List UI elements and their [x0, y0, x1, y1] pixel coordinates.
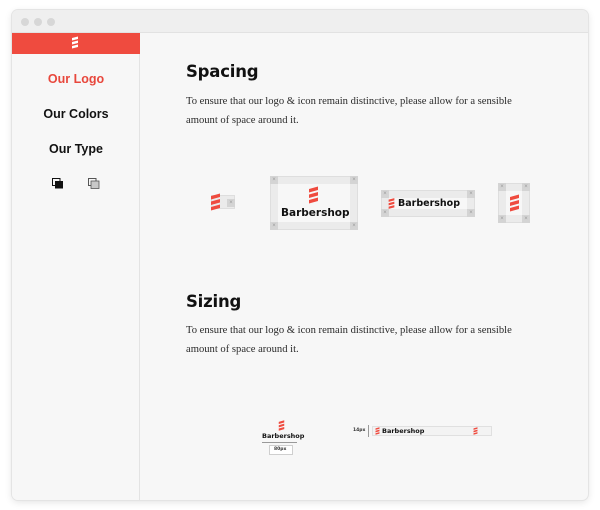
- clearspace-marker-icon: ×: [227, 199, 235, 207]
- sidebar-item-our-type[interactable]: Our Type: [12, 142, 140, 156]
- clearspace-marker-icon: ×: [498, 183, 506, 191]
- clearspace-marker-icon: ×: [270, 222, 278, 230]
- min-width-label: 80px: [274, 447, 287, 452]
- spacing-title: Spacing: [186, 62, 259, 81]
- barbershop-logo-icon: [510, 194, 519, 212]
- barbershop-logo-icon: [211, 193, 220, 211]
- window-close-dot[interactable]: [21, 18, 29, 26]
- main-content: Spacing To ensure that our logo & icon r…: [141, 33, 588, 500]
- light-square-icon[interactable]: [88, 178, 100, 189]
- clearspace-marker-icon: ×: [467, 190, 475, 198]
- stacked-wordmark-min: Barbershop: [262, 432, 305, 440]
- barbershop-logo-icon: [278, 420, 285, 431]
- clearspace-marker-icon: ×: [350, 176, 358, 184]
- spacing-illustration: × × × × × Barbershop × × × × Barbershop: [141, 173, 588, 233]
- barbershop-logo-icon: [388, 198, 395, 209]
- clearspace-marker-icon: ×: [467, 209, 475, 217]
- clearspace-marker-icon: ×: [522, 183, 530, 191]
- clearspace-marker-icon: ×: [522, 215, 530, 223]
- barbershop-logo-icon: [72, 36, 78, 49]
- spacing-description: To ensure that our logo & icon remain di…: [186, 96, 512, 126]
- horizontal-wordmark: Barbershop: [398, 198, 461, 209]
- window-minimize-dot[interactable]: [34, 18, 42, 26]
- browser-window: Our Logo Our Colors Our Type Spacing To …: [12, 10, 588, 500]
- sizing-illustration: Barbershop 80px 14px Barbershop: [141, 418, 588, 458]
- sizing-title: Sizing: [186, 292, 242, 311]
- barbershop-logo-icon: [473, 427, 478, 435]
- barbershop-logo-icon: [375, 427, 380, 435]
- min-height-guide: [368, 425, 369, 437]
- sizing-description: To ensure that our logo & icon remain di…: [186, 325, 512, 355]
- sidebar: Our Logo Our Colors Our Type: [12, 33, 140, 500]
- min-height-label: 14px: [353, 428, 366, 433]
- clearspace-marker-icon: ×: [381, 209, 389, 217]
- clearspace-marker-icon: ×: [350, 222, 358, 230]
- clearspace-marker-icon: ×: [270, 176, 278, 184]
- window-titlebar: [12, 10, 588, 33]
- sidebar-item-our-colors[interactable]: Our Colors: [12, 107, 140, 121]
- stacked-wordmark: Barbershop: [281, 207, 350, 219]
- clearspace-marker-icon: ×: [498, 215, 506, 223]
- horizontal-wordmark-min: Barbershop: [382, 427, 425, 435]
- barbershop-logo-icon: [309, 186, 318, 204]
- sidebar-brand-bar[interactable]: [12, 33, 140, 54]
- sidebar-item-our-logo[interactable]: Our Logo: [12, 72, 140, 86]
- dark-square-icon[interactable]: [52, 178, 64, 189]
- min-width-guide: [262, 442, 297, 443]
- window-maximize-dot[interactable]: [47, 18, 55, 26]
